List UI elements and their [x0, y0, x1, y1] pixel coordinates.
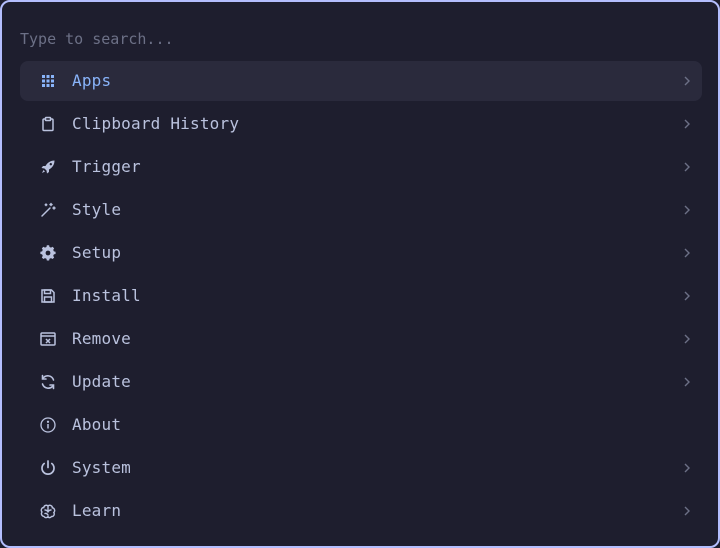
menu-item-label: Trigger: [72, 157, 141, 176]
window-close-icon: [40, 331, 56, 347]
menu-item-label: Remove: [72, 329, 131, 348]
brain-icon: [40, 503, 56, 519]
power-icon: [40, 460, 56, 476]
chevron-right-icon: [682, 505, 692, 517]
menu-item-remove[interactable]: Remove: [20, 319, 702, 359]
magic-wand-icon: [40, 202, 56, 218]
menu-item-label: About: [72, 415, 122, 434]
chevron-right-icon: [682, 118, 692, 130]
menu-item-learn[interactable]: Learn: [20, 491, 702, 531]
menu-item-about[interactable]: About: [20, 405, 702, 445]
menu-item-label: Style: [72, 200, 122, 219]
chevron-right-icon: [682, 247, 692, 259]
chevron-right-icon: [682, 376, 692, 388]
menu-item-label: System: [72, 458, 131, 477]
rocket-icon: [40, 159, 56, 175]
menu-item-install[interactable]: Install: [20, 276, 702, 316]
chevron-right-icon: [682, 75, 692, 87]
menu-item-system[interactable]: System: [20, 448, 702, 488]
menu-list: Apps Clipboard History Trigger Style Set…: [20, 61, 702, 534]
search-input[interactable]: [20, 24, 700, 54]
menu-item-update[interactable]: Update: [20, 362, 702, 402]
menu-item-label: Update: [72, 372, 131, 391]
menu-item-style[interactable]: Style: [20, 190, 702, 230]
launcher-window: Apps Clipboard History: [0, 0, 720, 548]
menu-item-label: Learn: [72, 501, 122, 520]
floppy-disk-icon: [40, 288, 56, 304]
grid-icon: [40, 73, 56, 89]
chevron-right-icon: [682, 161, 692, 173]
chevron-right-icon: [682, 204, 692, 216]
clipboard-icon: [40, 116, 56, 132]
menu-item-label: Apps: [72, 71, 112, 90]
chevron-right-icon: [682, 462, 692, 474]
menu-item-apps[interactable]: Apps: [20, 61, 702, 101]
menu-item-setup[interactable]: Setup: [20, 233, 702, 273]
menu-item-trigger[interactable]: Trigger: [20, 147, 702, 187]
chevron-right-icon: [682, 333, 692, 345]
gear-icon: [40, 245, 56, 261]
menu-item-label: Clipboard History: [72, 114, 240, 133]
chevron-right-icon: [682, 290, 692, 302]
menu-item-label: Setup: [72, 243, 122, 262]
menu-item-clipboard-history[interactable]: Clipboard History: [20, 104, 702, 144]
info-icon: [40, 417, 56, 433]
menu-item-label: Install: [72, 286, 141, 305]
refresh-icon: [40, 374, 56, 390]
